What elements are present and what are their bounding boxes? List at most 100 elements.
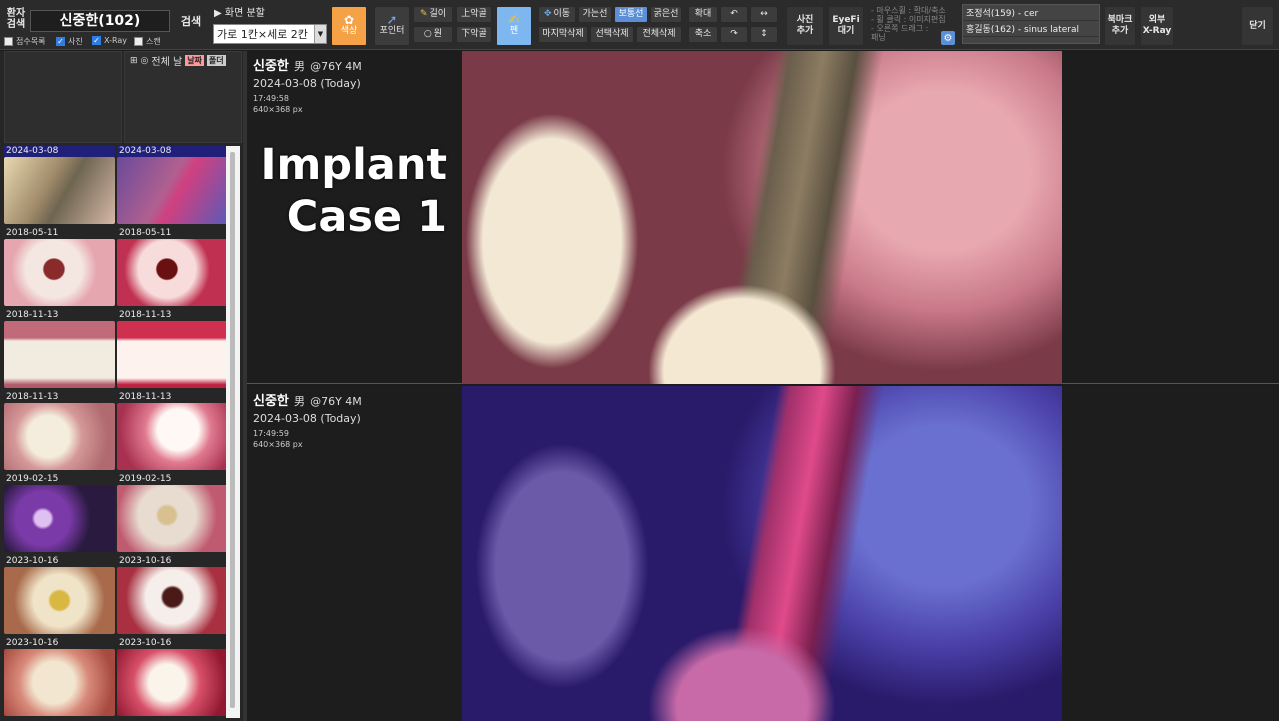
pen-icon: ✍ — [508, 13, 520, 28]
circle-icon: ○ — [423, 29, 432, 39]
image-date: 2024-03-08 (Today) — [253, 77, 361, 90]
checkbox-icon — [4, 37, 13, 46]
eyefi-wait-button[interactable]: EyeFi 대기 — [828, 6, 864, 46]
pen-button[interactable]: ✍ 펜 — [496, 6, 532, 46]
tab-folder[interactable]: 폴더 — [206, 55, 226, 66]
external-xray-button[interactable]: 외부 X-Ray — [1140, 6, 1174, 46]
preview-slot — [4, 51, 122, 143]
patient-age: @76Y 4M — [310, 60, 362, 73]
scrollbar-thumb[interactable] — [230, 152, 235, 708]
intraoral-photo-white-light[interactable] — [462, 51, 1062, 384]
thumbnail-image — [4, 567, 115, 634]
search-button[interactable]: 검색 — [176, 12, 206, 30]
thumbnail-item[interactable]: 2018-05-11 — [117, 228, 228, 306]
checkbox-checked-icon: ✓ — [56, 37, 65, 46]
patient-name-field[interactable]: 신중한(102) — [30, 10, 170, 32]
thumbnail-image — [117, 649, 228, 716]
viewer-panel-bottom[interactable]: 신중한 男 @76Y 4M 2024-03-08 (Today) 17:49:5… — [247, 386, 1279, 721]
thumbnail-image — [4, 239, 115, 306]
move-icon: ✥ — [543, 9, 552, 19]
flip-vertical-icon[interactable]: ↕ — [750, 26, 778, 43]
intraoral-photo-fluorescence[interactable] — [462, 386, 1062, 721]
color-button[interactable]: ✿ 색상 — [331, 6, 367, 46]
pointer-button[interactable]: ➚ 포인터 — [374, 6, 410, 46]
thumbnail-item[interactable]: 2023-10-16 — [4, 556, 115, 634]
viewer-panel-top[interactable]: 신중한 男 @76Y 4M 2024-03-08 (Today) 17:49:5… — [247, 51, 1279, 384]
thumbnail-sidebar: ⊞ ◎ 전체 날 날짜 폴더 2024-03-08 2024-03-08 2018-… — [0, 51, 243, 721]
thin-line-button[interactable]: 가는선 — [578, 6, 612, 23]
recent-patients-list: 조정석(159) - cer 홍길동(162) - sinus lateral — [962, 4, 1100, 44]
move-button[interactable]: ✥ 이동 — [538, 6, 576, 23]
recent-patient-item[interactable]: 조정석(159) - cer — [963, 5, 1099, 21]
image-info: 신중한 男 @76Y 4M 2024-03-08 (Today) 17:49:5… — [253, 55, 362, 115]
thumbnail-item[interactable]: 2018-11-13 — [4, 310, 115, 388]
thumbnail-date: 2018-05-11 — [117, 228, 228, 239]
settings-gear-icon[interactable]: ⚙ — [941, 31, 955, 45]
recent-patient-item[interactable]: 홍길동(162) - sinus lateral — [963, 21, 1099, 37]
zoom-in-button[interactable]: 확대 — [688, 6, 718, 23]
case-overlay-title: Implant Case 1 — [260, 140, 447, 242]
chevron-down-icon: ▼ — [314, 25, 326, 43]
screen-split-select[interactable]: 가로 1칸×세로 2칸 ▼ — [213, 24, 327, 44]
sidebar-scrollbar[interactable] — [226, 146, 240, 718]
rotate-left-icon[interactable]: ↶ — [720, 6, 748, 23]
thumbnail-date: 2023-10-16 — [117, 556, 228, 567]
pointer-icon: ➚ — [386, 13, 398, 28]
intraoral-photo-viewer: 환자 검색 신중한(102) 검색 접수목록 ✓ 사진 ✓ X-Ray 스캔 ▶ 화… — [0, 0, 1279, 721]
zoom-out-button[interactable]: 축소 — [688, 26, 718, 43]
thumbnail-item[interactable]: 2023-10-16 — [117, 556, 228, 634]
screen-split-label: ▶ 화면 분할 — [214, 7, 265, 19]
thumbnail-item[interactable]: 2018-11-13 — [117, 310, 228, 388]
thumbnail-date: 2019-02-15 — [117, 474, 228, 485]
close-button[interactable]: 닫기 — [1241, 6, 1274, 46]
thumbnail-image — [4, 157, 115, 224]
checkbox-photo[interactable]: ✓ 사진 — [56, 36, 83, 47]
checkbox-reception-list[interactable]: 접수목록 — [4, 36, 45, 47]
thick-line-button[interactable]: 굵은선 — [650, 6, 682, 23]
thumbnail-date: 2018-11-13 — [117, 310, 228, 321]
normal-line-button[interactable]: 보통선 — [614, 6, 648, 23]
expand-icon[interactable]: ⊞ — [130, 56, 138, 66]
lower-jaw-button[interactable]: 下악골 — [456, 26, 492, 43]
thumbnail-date: 2018-11-13 — [4, 310, 115, 321]
bookmark-add-button[interactable]: 북마크 추가 — [1104, 6, 1136, 46]
thumbnail-date: 2018-11-13 — [4, 392, 115, 403]
checkbox-icon — [134, 37, 143, 46]
patient-name: 신중한 — [253, 394, 289, 409]
thumbnail-item[interactable]: 2023-10-16 — [4, 638, 115, 716]
upper-jaw-button[interactable]: 上악골 — [456, 6, 492, 23]
thumbnail-item[interactable]: 2024-03-08 — [117, 146, 228, 224]
image-time: 17:49:58 — [253, 94, 289, 103]
thumbnail-item[interactable]: 2024-03-08 — [4, 146, 115, 224]
palette-icon: ✿ — [343, 13, 355, 27]
rotate-right-icon[interactable]: ↷ — [720, 26, 748, 43]
image-date: 2024-03-08 (Today) — [253, 412, 361, 425]
thumbnail-item[interactable]: 2019-02-15 — [4, 474, 115, 552]
thumbnail-item[interactable]: 2023-10-16 — [117, 638, 228, 716]
thumbnail-image — [4, 649, 115, 716]
patient-sex: 男 — [293, 60, 305, 73]
flip-horizontal-icon[interactable]: ↔ — [750, 6, 778, 23]
thumbnail-item[interactable]: 2018-11-13 — [4, 392, 115, 470]
thumbnail-date: 2024-03-08 — [4, 146, 115, 157]
patient-age: @76Y 4M — [310, 395, 362, 408]
thumbnail-item[interactable]: 2019-02-15 — [117, 474, 228, 552]
sidebar-header: ⊞ ◎ 전체 날 날짜 폴더 — [130, 55, 226, 68]
circle-button[interactable]: ○ 원 — [413, 26, 453, 43]
toolbar: 환자 검색 신중한(102) 검색 접수목록 ✓ 사진 ✓ X-Ray 스캔 ▶ 화… — [0, 0, 1279, 50]
image-size: 640×368 px — [253, 105, 303, 114]
checkbox-xray[interactable]: ✓ X-Ray — [92, 36, 127, 45]
thumbnail-date: 2018-05-11 — [4, 228, 115, 239]
checkbox-scan[interactable]: 스캔 — [134, 36, 161, 47]
delete-last-button[interactable]: 마지막삭제 — [538, 26, 588, 43]
thumbnail-date: 2023-10-16 — [117, 638, 228, 649]
image-size: 640×368 px — [253, 440, 303, 449]
add-photo-button[interactable]: 사진 추가 — [786, 6, 824, 46]
delete-all-button[interactable]: 전체삭제 — [636, 26, 682, 43]
thumbnail-item[interactable]: 2018-11-13 — [117, 392, 228, 470]
pencil-icon: ✎ — [419, 9, 428, 19]
thumbnail-item[interactable]: 2018-05-11 — [4, 228, 115, 306]
delete-selected-button[interactable]: 선택삭제 — [590, 26, 634, 43]
length-button[interactable]: ✎ 길이 — [413, 6, 453, 23]
tab-date[interactable]: 날짜 — [185, 55, 204, 66]
